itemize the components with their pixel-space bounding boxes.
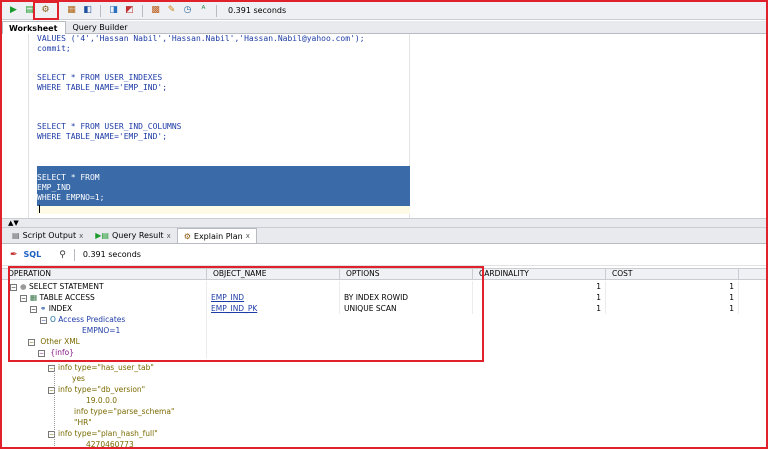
column-header-cardinality[interactable]: CARDINALITY — [473, 269, 606, 279]
unshared-sql-icon[interactable]: ▩ — [150, 5, 161, 16]
tab-worksheet[interactable]: Worksheet — [2, 21, 67, 34]
toolbar-separator — [142, 4, 143, 17]
execution-time: 0.391 seconds — [228, 6, 287, 15]
cardinality-cell: 1 — [473, 303, 606, 314]
tab-label: Query Result — [111, 231, 164, 240]
xml-node-label: info type="db_version" — [58, 385, 146, 394]
code-line: WHERE TABLE_NAME='EMP_IND'; — [37, 82, 168, 92]
toolbar-separator — [100, 4, 101, 17]
close-icon[interactable]: x — [246, 232, 250, 240]
rollback-icon[interactable]: ◩ — [124, 5, 135, 16]
sql-button[interactable]: SQL — [24, 250, 42, 259]
collapse-arrows-icon[interactable]: ▲▼ — [8, 219, 19, 227]
cardinality-cell: 1 — [473, 292, 606, 303]
code-line: VALUES ('4','Hassan Nabil','Hassan.Nabil… — [37, 34, 365, 43]
format-icon[interactable]: ᴬ — [198, 5, 209, 16]
code-line: SELECT * FROM USER_INDEXES — [37, 73, 163, 83]
tab-script-output[interactable]: ▤ Script Output x — [6, 228, 89, 243]
xml-node[interactable]: − info type="has_user_tab" — [2, 362, 766, 373]
close-icon[interactable]: x — [79, 232, 83, 240]
toolbar-separator — [216, 4, 217, 17]
selected-code-line: SELECT * FROM — [37, 173, 100, 182]
sql-tuning-icon[interactable]: ◧ — [82, 5, 93, 16]
tab-label: Explain Plan — [193, 231, 243, 241]
cost-cell: 1 — [606, 281, 739, 292]
close-icon[interactable]: x — [167, 232, 171, 240]
history-icon[interactable]: ◷ — [182, 5, 193, 16]
plan-execution-time: 0.391 seconds — [82, 250, 141, 259]
find-icon[interactable]: ⚲ — [59, 250, 66, 260]
xml-node-label: info type="plan_hash_full" — [58, 429, 158, 438]
commit-icon[interactable]: ◨ — [108, 5, 119, 16]
column-header-cost[interactable]: COST — [606, 269, 739, 279]
autotrace-icon[interactable]: ▦ — [66, 5, 77, 16]
result-tabs: ▤ Script Output x ▶▤ Query Result x ⚙ Ex… — [2, 228, 766, 244]
code-line: WHERE TABLE_NAME='EMP_IND'; — [37, 131, 168, 141]
pin-icon[interactable]: ✒ — [10, 250, 18, 260]
query-result-icon: ▶▤ — [95, 231, 109, 240]
script-output-icon: ▤ — [12, 231, 20, 240]
text-caret — [39, 205, 40, 213]
cardinality-cell: 1 — [473, 281, 606, 292]
xml-node[interactable]: − info type="db_version" — [2, 384, 766, 395]
selected-statement[interactable]: SELECT * FROM EMP_IND WHERE EMPNO=1; — [37, 166, 410, 206]
panel-splitter[interactable]: ▲▼ — [2, 218, 766, 228]
selected-code-line: EMP_IND — [37, 182, 71, 192]
tab-label: Script Output — [22, 231, 77, 240]
xml-node[interactable]: info type="parse_schema" — [2, 406, 766, 417]
xml-value: 4270460773 — [86, 440, 134, 449]
clear-icon[interactable]: ✎ — [166, 5, 177, 16]
run-statement-icon[interactable]: ▶ — [8, 5, 19, 16]
tab-explain-plan[interactable]: ⚙ Explain Plan x — [176, 228, 257, 243]
cost-cell: 1 — [606, 292, 739, 303]
tab-query-result[interactable]: ▶▤ Query Result x — [89, 228, 176, 243]
code-line: commit; — [37, 43, 71, 53]
xml-node[interactable]: − info type="plan_hash_full" — [2, 428, 766, 439]
explain-plan-highlight — [33, 1, 59, 20]
plan-highlight — [8, 266, 484, 362]
editor-tabs: Worksheet Query Builder — [2, 21, 766, 34]
toolbar-separator — [73, 248, 75, 261]
worksheet-toolbar: ▶ ▤ ⚙ ▦ ◧ ◨ ◩ ▩ ✎ ◷ ᴬ 0.391 seconds — [2, 2, 766, 20]
explain-plan-toolbar: ✒ SQL ⚲ 0.391 seconds — [2, 244, 766, 266]
xml-value: "HR" — [74, 418, 92, 427]
xml-node-label: info type="has_user_tab" — [58, 363, 154, 372]
cost-cell: 1 — [606, 303, 739, 314]
selected-code-line: WHERE EMPNO=1; — [37, 192, 105, 202]
tree-connector — [54, 366, 55, 446]
code-line: SELECT * FROM USER_IND_COLUMNS — [37, 122, 182, 132]
editor-gutter — [2, 34, 29, 218]
tab-query-builder[interactable]: Query Builder — [66, 21, 135, 34]
editor-code[interactable]: VALUES ('4','Hassan Nabil','Hassan.Nabil… — [37, 34, 365, 142]
sql-editor[interactable]: VALUES ('4','Hassan Nabil','Hassan.Nabil… — [2, 34, 766, 218]
xml-value: 19.0.0.0 — [86, 396, 118, 405]
xml-tree: − info type="has_user_tab" yes − info type… — [2, 362, 766, 449]
explain-plan-tab-icon: ⚙ — [183, 231, 191, 241]
xml-value: yes — [72, 374, 85, 383]
